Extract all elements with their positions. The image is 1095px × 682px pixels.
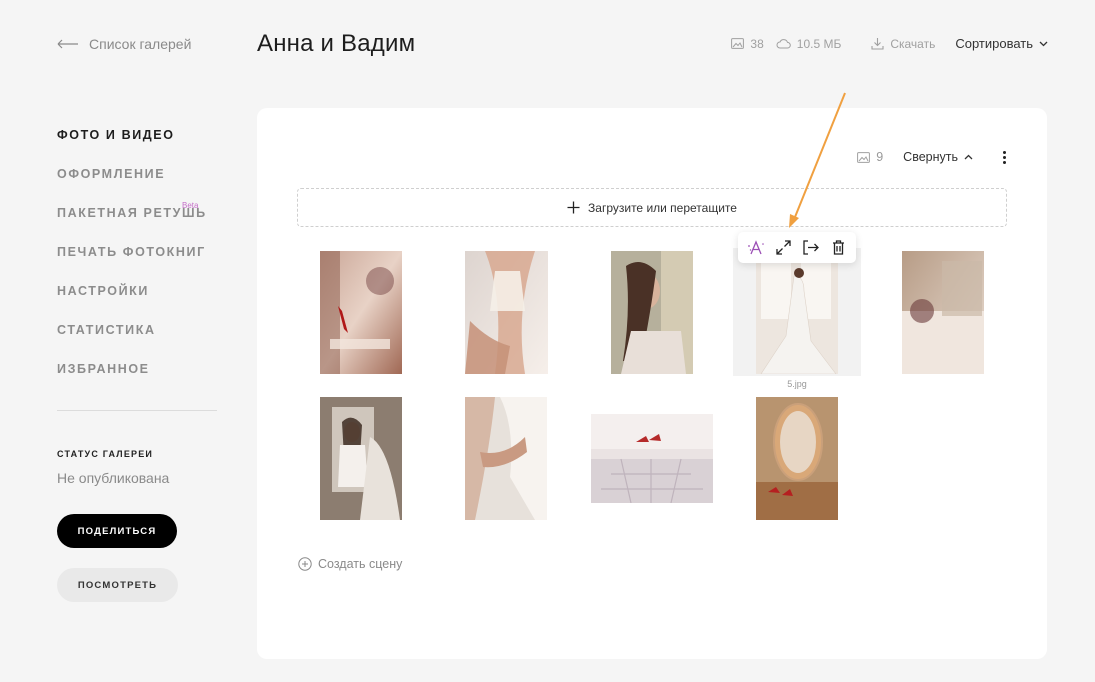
expand-icon: [776, 240, 791, 255]
retouch-icon: [747, 239, 764, 254]
gallery-status-label: СТАТУС ГАЛЕРЕИ: [57, 449, 154, 459]
gallery-toolbar: 38 10.5 МБ Скачать Сортировать: [731, 36, 1048, 51]
photo-thumbnail-3[interactable]: [611, 251, 693, 374]
selected-photo-filename: 5.jpg: [787, 379, 807, 389]
upload-dropzone[interactable]: Загрузите или перетащите: [297, 188, 1007, 227]
scene-card: 9 Свернуть Загрузите или перетащите 5.jp…: [257, 108, 1047, 659]
sidebar-nav: ФОТО И ВИДЕО ОФОРМЛЕНИЕ ПАКЕТНАЯ РЕТУШЬ B…: [57, 127, 217, 400]
photo-thumbnail-4-selected[interactable]: [756, 251, 838, 374]
sidebar-item-photo-video[interactable]: ФОТО И ВИДЕО: [57, 127, 217, 166]
photo-count: 38: [750, 36, 764, 51]
photo-thumbnail-6[interactable]: [320, 397, 402, 520]
photo-thumbnail-9[interactable]: [756, 397, 838, 520]
sidebar-item-settings[interactable]: НАСТРОЙКИ: [57, 283, 217, 322]
photo-count-stat: 38: [731, 36, 764, 51]
move-button[interactable]: [800, 237, 822, 259]
plus-icon: [567, 201, 580, 214]
expand-button[interactable]: [772, 237, 794, 259]
delete-button[interactable]: [827, 237, 849, 259]
photo-thumbnail-2[interactable]: [465, 251, 548, 374]
plus-circle-icon: [298, 557, 312, 571]
move-icon: [803, 240, 819, 255]
photo-thumbnail-7[interactable]: [465, 397, 547, 520]
photo-thumbnail-8[interactable]: [591, 414, 713, 503]
retouch-button[interactable]: [745, 237, 767, 259]
cloud-icon: [776, 38, 791, 48]
gallery-status-value: Не опубликована: [57, 470, 170, 486]
gallery-size: 10.5 МБ: [796, 36, 842, 51]
back-link-label: Список галерей: [89, 36, 192, 52]
back-to-galleries-link[interactable]: Список галерей: [57, 36, 191, 52]
size-stat: 10.5 МБ: [776, 36, 842, 51]
scene-photo-count: 9: [857, 150, 883, 164]
download-label: Скачать: [890, 36, 936, 51]
photo-action-toolbar: [738, 232, 856, 263]
photo-thumbnail-5[interactable]: [902, 251, 984, 374]
scene-count-value: 9: [876, 150, 884, 164]
sidebar-item-photobook-print[interactable]: ПЕЧАТЬ ФОТОКНИГ: [57, 244, 217, 283]
trash-icon: [832, 240, 844, 255]
download-button[interactable]: Скачать: [871, 37, 935, 51]
collapse-label: Свернуть: [903, 150, 958, 164]
sort-label: Сортировать: [955, 36, 1033, 51]
sidebar-item-favorites[interactable]: ИЗБРАННОЕ: [57, 361, 217, 400]
arrow-left-icon: [57, 39, 78, 49]
image-icon: [857, 151, 871, 163]
more-vertical-icon[interactable]: [1001, 150, 1007, 164]
collapse-button[interactable]: Свернуть: [903, 150, 973, 164]
download-icon: [871, 38, 884, 50]
view-button[interactable]: ПОСМОТРЕТЬ: [57, 568, 178, 602]
share-button[interactable]: ПОДЕЛИТЬСЯ: [57, 514, 177, 548]
scene-controls: 9 Свернуть: [857, 150, 1007, 164]
sidebar-divider: [57, 410, 217, 411]
chevron-up-icon: [964, 154, 973, 160]
create-scene-button[interactable]: Создать сцену: [298, 557, 402, 571]
sort-dropdown[interactable]: Сортировать: [955, 36, 1048, 51]
upload-label: Загрузите или перетащите: [588, 200, 737, 215]
chevron-down-icon: [1039, 41, 1048, 46]
create-scene-label: Создать сцену: [318, 557, 403, 571]
beta-badge: Beta: [182, 201, 199, 210]
page-title: Анна и Вадим: [257, 30, 416, 57]
sidebar-item-batch-retouch[interactable]: ПАКЕТНАЯ РЕТУШЬ Beta: [57, 201, 217, 244]
photo-thumbnail-1[interactable]: [320, 251, 402, 374]
sidebar-item-statistics[interactable]: СТАТИСТИКА: [57, 322, 217, 361]
image-icon: [731, 38, 745, 49]
